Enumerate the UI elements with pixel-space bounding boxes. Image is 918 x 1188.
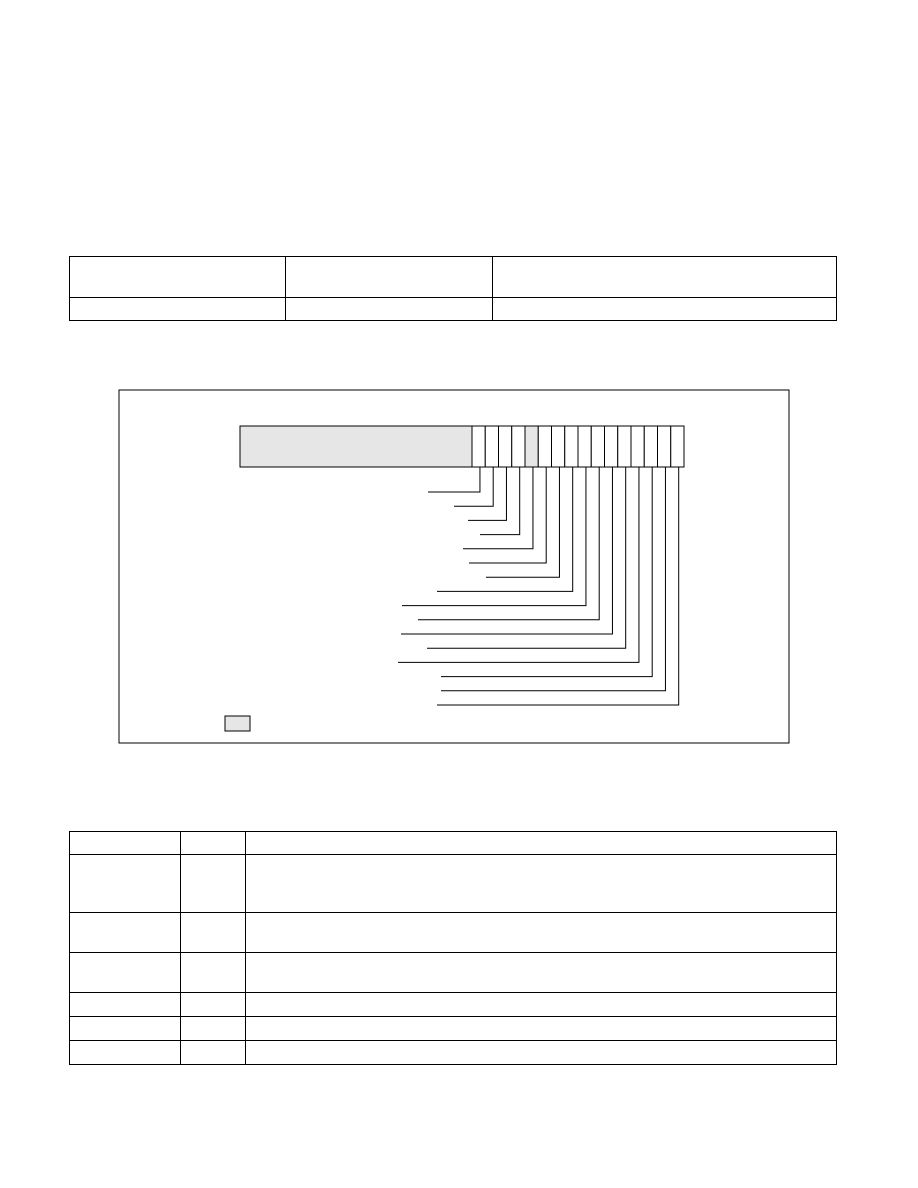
bit-field-cell: [564, 425, 579, 468]
bit-leader-line: [427, 467, 627, 649]
table-cell: [69, 854, 181, 913]
bit-field-cell: [643, 425, 658, 468]
bit-field-cell: [537, 425, 552, 468]
bit-leader-line: [463, 467, 534, 550]
bit-field-cell: [577, 425, 592, 468]
bit-field-cell: [657, 425, 672, 468]
table-cell: [179, 912, 246, 953]
bit-leader-line: [428, 467, 481, 493]
table-cell: [179, 831, 246, 855]
bit-field-cell: [630, 425, 645, 468]
table-cell: [244, 952, 838, 993]
bit-leader-line: [468, 467, 507, 521]
table-cell: [244, 831, 838, 855]
table-cell: [69, 1016, 181, 1041]
bit-leader-line: [437, 467, 680, 706]
table-row: [69, 1040, 838, 1065]
table-row: [69, 992, 838, 1017]
table-cell: [69, 952, 181, 993]
bit-leader-line: [454, 467, 494, 507]
bit-field-cell: [551, 425, 566, 468]
table-cell: [179, 854, 246, 913]
bit-field-cell: [511, 425, 526, 468]
table-cell: [69, 912, 181, 953]
bit-leader-line: [437, 467, 574, 592]
bit-field-cell: [498, 425, 513, 468]
table-row: [69, 1016, 838, 1041]
table-cell: [179, 952, 246, 993]
bit-description-table: [69, 831, 838, 1065]
bit-field-cell: [617, 425, 632, 468]
legend-reserved-swatch: [224, 715, 251, 732]
table-row: [69, 854, 838, 913]
bit-fields: [471, 425, 685, 468]
table-cell: [69, 1040, 181, 1065]
table-cell: [179, 1016, 246, 1041]
table-cell: [244, 1016, 838, 1041]
bit-field-cell: [670, 425, 685, 468]
bit-field-cell: [524, 425, 539, 468]
bit-field-cell: [471, 425, 486, 468]
bit-leader-line: [398, 467, 640, 663]
bit-leader-line: [480, 467, 521, 536]
bit-field-cell: [604, 425, 619, 468]
table-cell: [244, 912, 838, 953]
bit-leader-line: [402, 467, 587, 607]
reserved-field: [239, 425, 473, 468]
table-cell: [244, 854, 838, 913]
table-cell: [244, 992, 838, 1017]
table-row: [69, 831, 838, 855]
bit-leader-line: [418, 467, 600, 621]
bit-leader-line: [486, 467, 560, 578]
table-cell: [179, 992, 246, 1017]
bit-leader-lines: [398, 467, 680, 706]
table-cell: [244, 1040, 838, 1065]
table-row: [69, 952, 838, 993]
table-cell: [69, 831, 181, 855]
table-row: [69, 912, 838, 953]
bit-leader-line: [441, 467, 666, 692]
bit-field-cell: [484, 425, 499, 468]
table-cell: [69, 992, 181, 1017]
table-cell: [179, 1040, 246, 1065]
bit-field-cell: [590, 425, 605, 468]
